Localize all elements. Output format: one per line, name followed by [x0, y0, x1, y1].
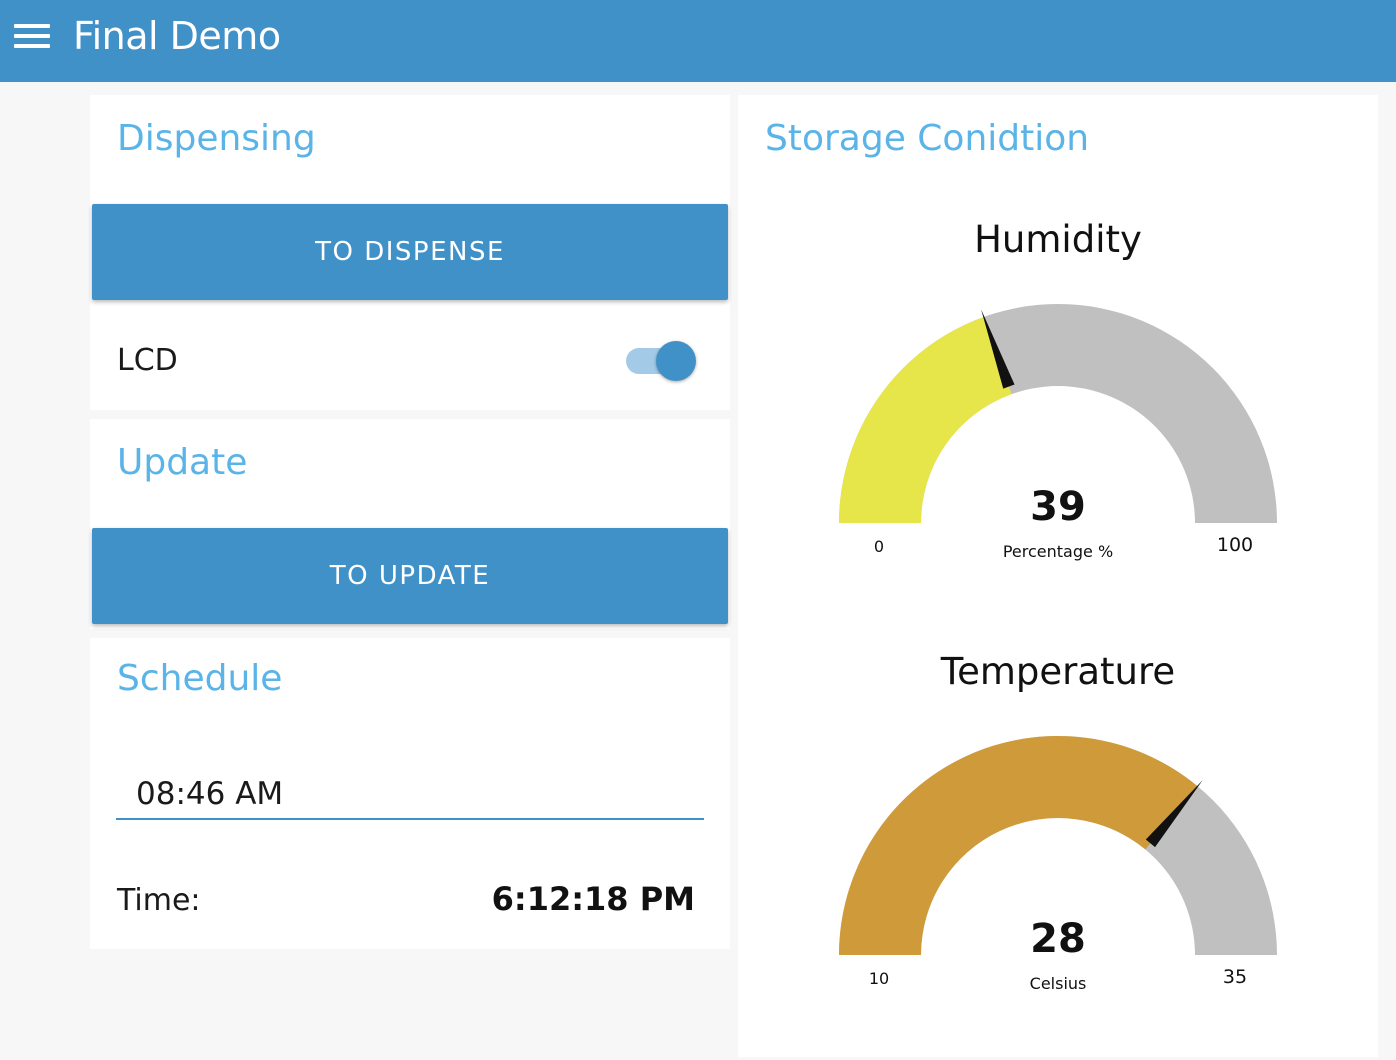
humidity-gauge-min: 0: [874, 537, 884, 556]
schedule-time-input[interactable]: [116, 770, 704, 820]
time-label: Time:: [117, 883, 201, 918]
storage-title: Storage Conidtion: [765, 118, 1090, 159]
current-time-value: 6:12:18 PM: [491, 880, 695, 918]
hamburger-menu-icon[interactable]: [14, 24, 50, 50]
humidity-gauge: 39 Percentage % 0 100: [839, 304, 1277, 561]
lcd-switch[interactable]: [626, 340, 698, 382]
dispense-button[interactable]: TO DISPENSE: [92, 204, 728, 300]
humidity-gauge-max: 100: [1217, 534, 1253, 556]
humidity-gauge-fill: [839, 316, 1012, 523]
update-button[interactable]: TO UPDATE: [92, 528, 728, 624]
dispensing-title: Dispensing: [117, 118, 316, 159]
humidity-gauge-title: Humidity: [974, 218, 1142, 261]
lcd-switch-thumb: [656, 341, 696, 381]
lcd-label: LCD: [117, 343, 178, 378]
humidity-gauge-unit: Percentage %: [1003, 542, 1113, 561]
update-title: Update: [117, 442, 248, 483]
temperature-gauge-unit: Celsius: [1030, 974, 1087, 993]
temperature-gauge-value: 28: [1030, 916, 1086, 962]
schedule-title: Schedule: [117, 658, 283, 699]
temperature-gauge-max: 35: [1223, 966, 1247, 988]
temperature-gauge-fill: [839, 736, 1198, 955]
temperature-gauge: 28 Celsius 10 35: [839, 736, 1277, 993]
temperature-gauge-title: Temperature: [940, 650, 1176, 693]
app-title: Final Demo: [73, 14, 281, 58]
humidity-gauge-value: 39: [1030, 484, 1086, 530]
top-bar: Final Demo: [0, 0, 1396, 82]
temperature-gauge-min: 10: [869, 969, 889, 988]
